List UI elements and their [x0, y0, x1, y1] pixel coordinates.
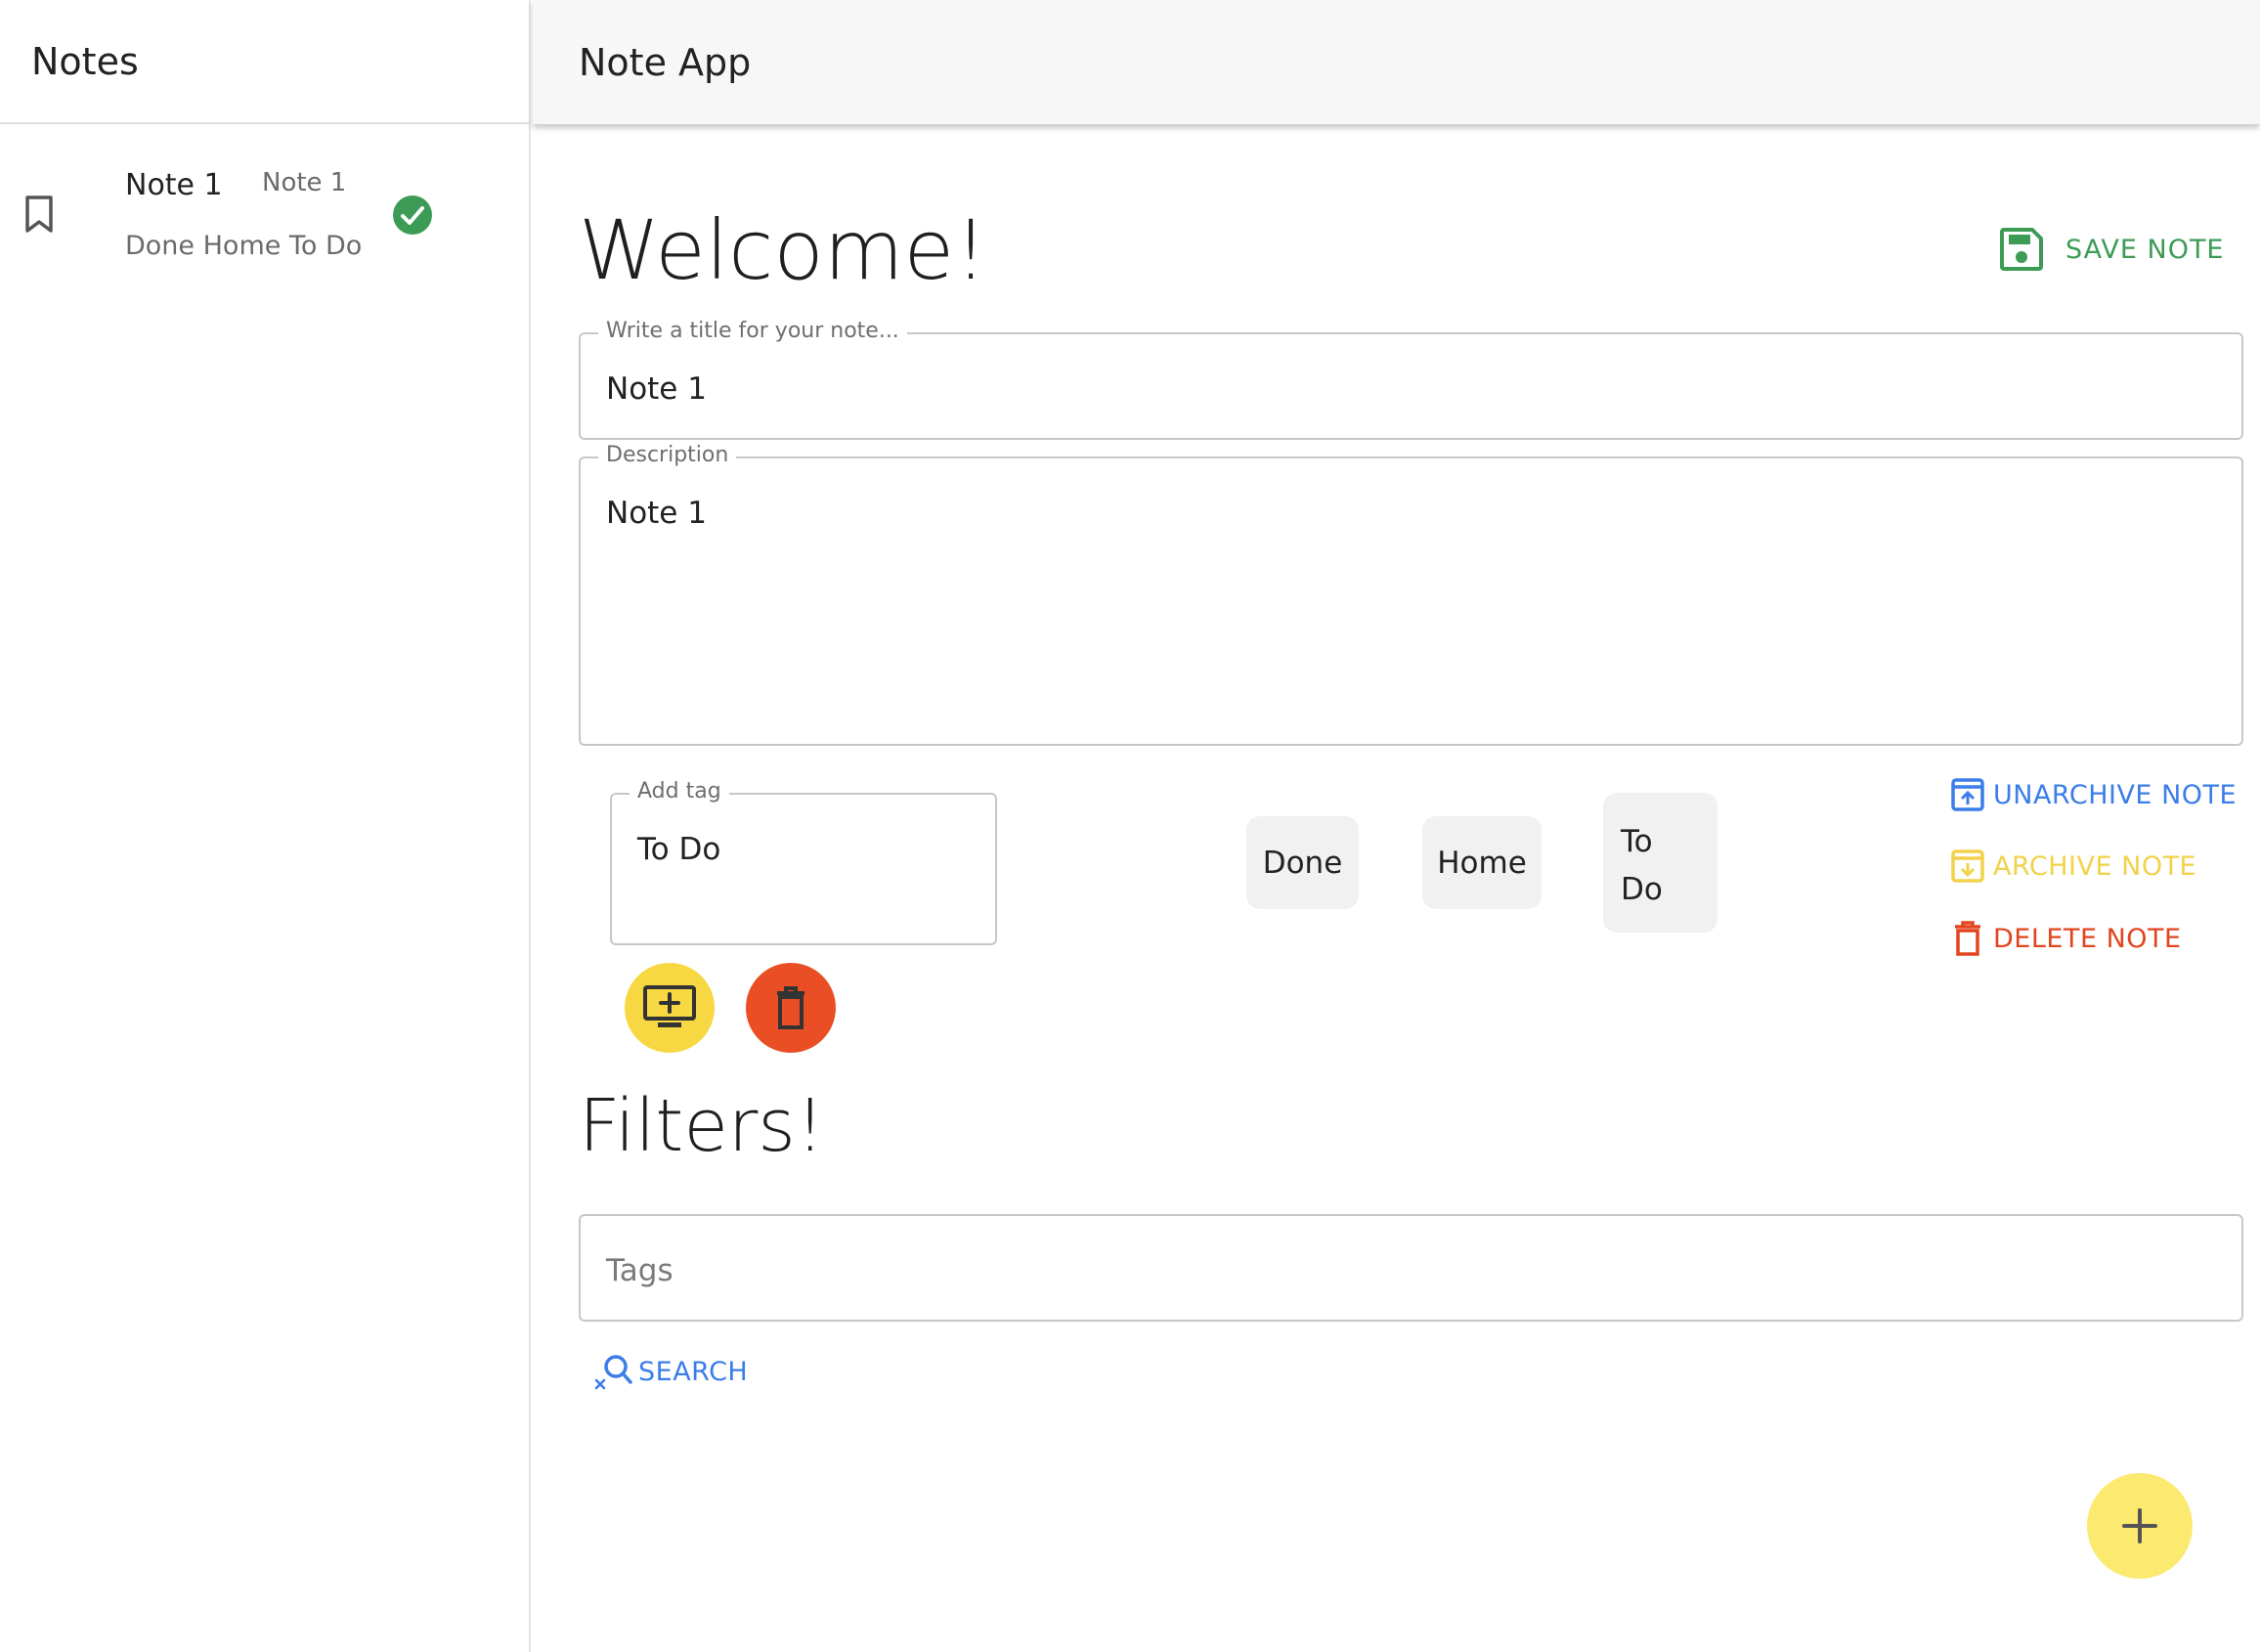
- search-off-icon: [594, 1355, 632, 1390]
- sidebar: Notes Note 1 Note 1 Done Home To Do: [0, 0, 531, 1652]
- add-to-queue-icon: [643, 985, 696, 1027]
- delete-tag-button[interactable]: [746, 963, 836, 1053]
- tag-chip[interactable]: Home: [1422, 816, 1542, 909]
- note-description-value: Note 1: [606, 496, 707, 531]
- unarchive-note-button[interactable]: UNARCHIVE NOTE: [1950, 777, 2237, 812]
- tags-filter-input[interactable]: Tags: [579, 1214, 2243, 1322]
- save-icon: [2000, 228, 2043, 271]
- note-title-value: Note 1: [606, 371, 707, 407]
- app-bar: Note App: [533, 0, 2260, 124]
- add-tag-input[interactable]: Add tag To Do: [610, 779, 997, 945]
- tag-chip[interactable]: To Do: [1603, 793, 1717, 933]
- welcome-heading: Welcome!: [579, 202, 987, 298]
- archive-note-label: ARCHIVE NOTE: [1993, 850, 2197, 882]
- save-note-button[interactable]: SAVE NOTE: [1999, 227, 2225, 272]
- note-title-label: Write a title for your note...: [598, 319, 907, 343]
- bookmark-icon[interactable]: [22, 194, 57, 235]
- note-title-input[interactable]: Write a title for your note... Note 1: [579, 319, 2243, 440]
- add-tag-label: Add tag: [630, 779, 729, 804]
- sidebar-header: Notes: [0, 0, 529, 124]
- note-item-title: Note 1: [125, 168, 223, 202]
- add-tag-button[interactable]: [625, 963, 715, 1053]
- delete-icon: [1955, 921, 1980, 956]
- archive-note-button[interactable]: ARCHIVE NOTE: [1950, 848, 2196, 884]
- unarchive-note-label: UNARCHIVE NOTE: [1993, 779, 2238, 810]
- note-item-description: Note 1: [262, 168, 347, 197]
- tags-filter-placeholder: Tags: [606, 1253, 674, 1288]
- search-button[interactable]: SEARCH: [593, 1353, 748, 1390]
- delete-icon: [777, 986, 804, 1029]
- plus-icon: [2122, 1508, 2157, 1543]
- delete-note-button[interactable]: DELETE NOTE: [1950, 920, 2182, 957]
- main-content: Welcome! SAVE NOTE Write a title for you…: [533, 124, 2260, 1652]
- delete-note-label: DELETE NOTE: [1993, 923, 2182, 954]
- search-label: SEARCH: [638, 1356, 749, 1387]
- unarchive-icon: [1951, 778, 1984, 811]
- note-list-item[interactable]: Note 1 Note 1 Done Home To Do: [0, 147, 529, 283]
- save-note-label: SAVE NOTE: [2065, 234, 2225, 265]
- add-tag-value: To Do: [637, 832, 721, 867]
- note-item-tags: Done Home To Do: [125, 231, 363, 261]
- note-description-input[interactable]: Description Note 1: [579, 443, 2243, 746]
- add-note-fab[interactable]: [2087, 1473, 2193, 1579]
- app-title: Note App: [579, 40, 752, 84]
- filters-heading: Filters!: [579, 1084, 825, 1168]
- check-circle-icon: [393, 196, 432, 235]
- app-root: Notes Note 1 Note 1 Done Home To Do Note…: [0, 0, 2260, 1652]
- note-description-label: Description: [598, 443, 737, 467]
- tag-chip[interactable]: Done: [1246, 816, 1359, 909]
- sidebar-title: Notes: [31, 39, 139, 83]
- archive-icon: [1951, 849, 1984, 883]
